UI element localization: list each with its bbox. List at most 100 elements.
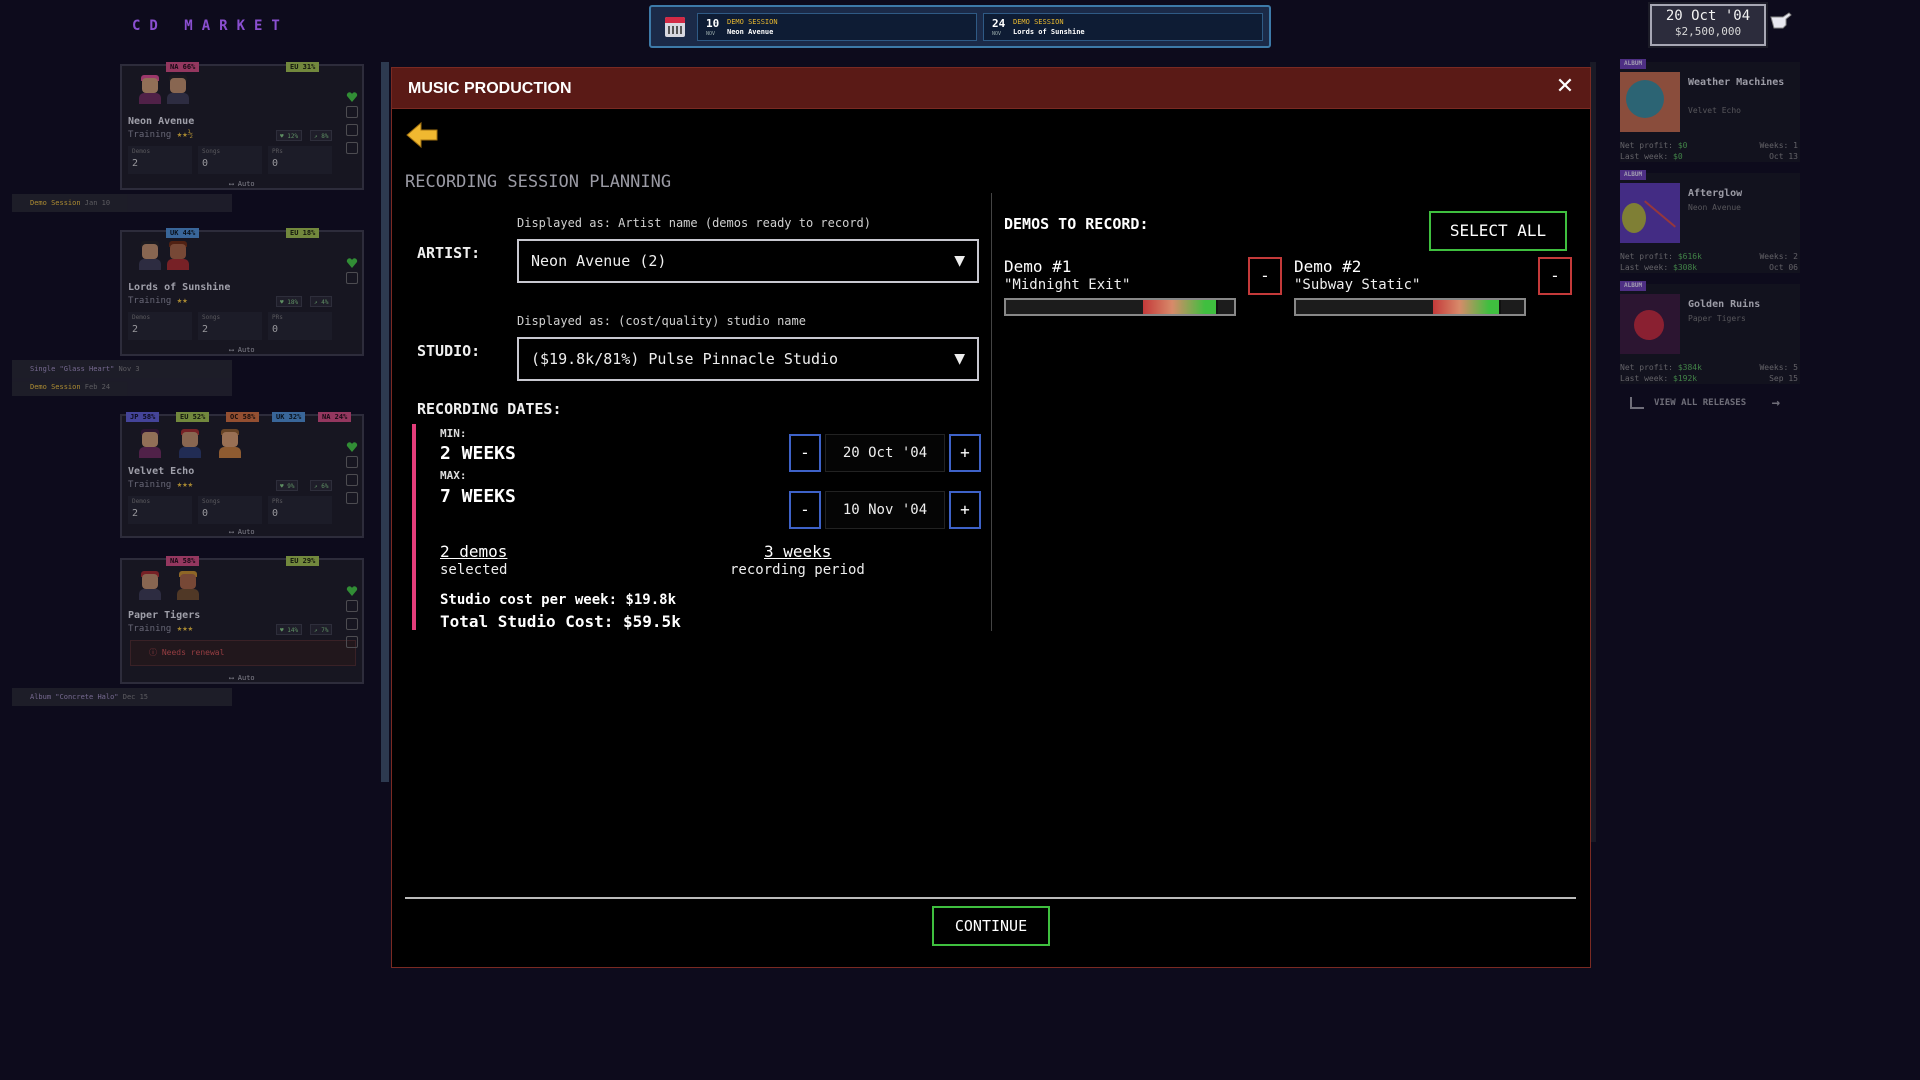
stat-value: 2 (132, 324, 139, 335)
select-all-button[interactable]: SELECT ALL (1429, 211, 1567, 251)
current-date: 20 Oct '04 (1665, 8, 1751, 24)
modal-title: MUSIC PRODUCTION (408, 80, 572, 97)
training-label: Training (128, 296, 172, 306)
trash-icon[interactable] (346, 636, 358, 648)
app-logo: CD MARKET (132, 18, 289, 34)
demo-name: Demo #2 (1294, 257, 1362, 276)
tag-icon[interactable] (346, 474, 358, 486)
event-type: Album (30, 693, 52, 701)
member-avatar (138, 74, 162, 104)
release-weeks: Weeks: 5 (1759, 363, 1798, 372)
demos-selected-sub: selected (440, 562, 508, 578)
max-increase-button[interactable]: + (949, 491, 981, 529)
market-flag: JP 58% (126, 412, 160, 422)
artist-name: Velvet Echo (128, 466, 195, 477)
game-date-box[interactable]: 20 Oct '04 $2,500,000 (1650, 4, 1766, 46)
view-all-label: VIEW ALL RELEASES (1654, 398, 1747, 408)
remove-demo-button[interactable]: - (1538, 257, 1572, 295)
calendar-icon[interactable] (665, 17, 685, 37)
stat-label: PRs (272, 314, 283, 321)
max-date-field[interactable]: 10 Nov '04 (825, 491, 945, 529)
auto-toggle[interactable]: ⟷ Auto (122, 180, 362, 188)
tag-icon[interactable] (346, 124, 358, 136)
schedule-item[interactable]: 10 NOV DEMO SESSION Neon Avenue (697, 13, 977, 41)
net-profit-value: $616k (1677, 252, 1702, 261)
release-card[interactable]: ALBUM Weather Machines Velvet Echo Net p… (1620, 59, 1800, 162)
schedule-item[interactable]: 24 NOV DEMO SESSION Lords of Sunshine (983, 13, 1263, 41)
stat-label: Songs (202, 314, 221, 321)
min-decrease-button[interactable]: - (789, 434, 821, 472)
pointing-hand-icon[interactable] (1769, 10, 1793, 30)
release-tag: ALBUM (1620, 59, 1647, 69)
member-avatar (176, 570, 200, 600)
heart-icon (346, 438, 358, 452)
min-date-field[interactable]: 20 Oct '04 (825, 434, 945, 472)
member-avatar (178, 428, 202, 458)
release-card[interactable]: ALBUM Afterglow Neon Avenue Net profit: … (1620, 170, 1800, 273)
artist-select[interactable]: Neon Avenue (2) ▼ (517, 239, 979, 283)
calendar-icon[interactable] (346, 456, 358, 468)
footer-divider (405, 897, 1576, 899)
renewal-warning[interactable]: ⓘ Needs renewal (130, 640, 356, 666)
album-cover (1620, 72, 1680, 132)
calendar-icon[interactable] (346, 106, 358, 118)
release-artist: Neon Avenue (1688, 203, 1741, 212)
music-production-modal: MUSIC PRODUCTION ✕ RECORDING SESSION PLA… (391, 67, 1591, 968)
event-date: Dec 15 (122, 693, 149, 701)
dates-accent-bar (412, 424, 416, 630)
artist-card-paper-tigers[interactable]: NA 58% EU 29% Paper Tigers Training ★★★ … (120, 556, 364, 684)
demos-title: DEMOS TO RECORD: (1004, 215, 1149, 233)
stat-chip: ↗ 7% (310, 624, 333, 635)
artist-training: Training ★★★ (128, 480, 193, 490)
schedule-bar[interactable]: 10 NOV DEMO SESSION Neon Avenue 24 NOV D… (649, 5, 1271, 48)
stat-value: 0 (272, 324, 279, 335)
artist-card-neon-avenue[interactable]: NA 66% EU 31% Neon Avenue Training ★★½ ♥… (120, 62, 364, 190)
back-arrow-icon[interactable] (405, 120, 439, 150)
demo-item[interactable]: Demo #1 "Midnight Exit" - (1004, 257, 1284, 317)
star-rating: ★★★ (176, 480, 194, 490)
market-flag: EU 18% (286, 228, 320, 238)
last-week: Last week: $308k (1620, 263, 1697, 272)
close-button[interactable]: ✕ (1550, 72, 1580, 102)
last-week-label: Last week: (1620, 374, 1669, 383)
schedule-month: NOV (706, 31, 716, 37)
max-label: MAX: (440, 469, 467, 482)
last-week-value: $308k (1673, 263, 1698, 272)
studio-select[interactable]: ($19.8k/81%) Pulse Pinnacle Studio ▼ (517, 337, 979, 381)
member-avatar (166, 240, 190, 270)
member-avatar (138, 428, 162, 458)
release-date: Oct 06 (1769, 263, 1798, 272)
artist-card-lords-of-sunshine[interactable]: UK 44% EU 18% Lords of Sunshine Training… (120, 228, 364, 356)
remove-demo-button[interactable]: - (1248, 257, 1282, 295)
release-title: Golden Ruins (1688, 299, 1761, 310)
demos-selected-link[interactable]: 2 demos (440, 542, 507, 561)
release-artist: Velvet Echo (1688, 106, 1741, 115)
artist-training: Training ★★ (128, 296, 188, 306)
min-increase-button[interactable]: + (949, 434, 981, 472)
view-all-releases-link[interactable]: VIEW ALL RELEASES → (1620, 391, 1800, 415)
auto-toggle[interactable]: ⟷ Auto (122, 528, 362, 536)
demo-item[interactable]: Demo #2 "Subway Static" - (1294, 257, 1574, 317)
calendar-icon[interactable] (346, 272, 358, 284)
recording-period-link[interactable]: 3 weeks (764, 542, 831, 561)
auto-toggle[interactable]: ⟷ Auto (122, 674, 362, 682)
trash-icon[interactable] (346, 142, 358, 154)
artist-action-column (346, 438, 358, 510)
max-decrease-button[interactable]: - (789, 491, 821, 529)
schedule-month: NOV (992, 31, 1002, 37)
star-rating: ★★★ (176, 624, 194, 634)
stat-label: Demos (132, 148, 151, 155)
artist-upcoming-event: Album "Concrete Halo" Dec 15 (12, 688, 232, 706)
artist-card-velvet-echo[interactable]: JP 58% EU 52% OC 58% UK 32% NA 24% Velve… (120, 412, 364, 538)
schedule-type: DEMO SESSION (1013, 18, 1064, 26)
calendar-icon[interactable] (346, 600, 358, 612)
release-card[interactable]: ALBUM Golden Ruins Paper Tigers Net prof… (1620, 281, 1800, 384)
stat-value: 2 (132, 508, 139, 519)
continue-button[interactable]: CONTINUE (932, 906, 1050, 946)
artist-name: Lords of Sunshine (128, 282, 231, 293)
auto-toggle[interactable]: ⟷ Auto (122, 346, 362, 354)
trash-icon[interactable] (346, 492, 358, 504)
tag-icon[interactable] (346, 618, 358, 630)
net-profit-value: $384k (1677, 363, 1702, 372)
min-weeks: 2 WEEKS (440, 443, 516, 464)
